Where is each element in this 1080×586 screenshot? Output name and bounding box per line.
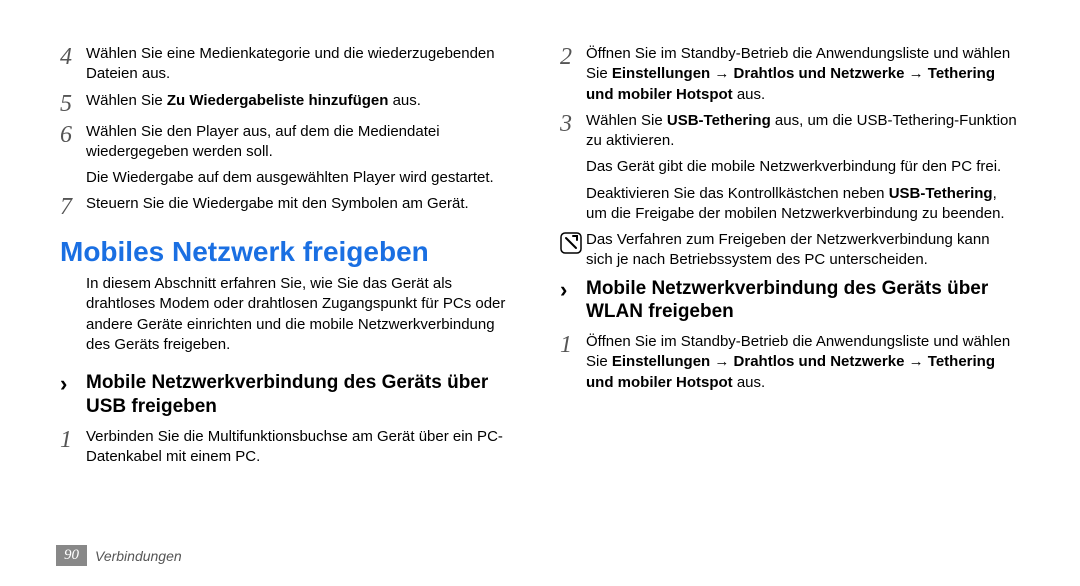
step-num: 1 — [60, 427, 86, 452]
step-num: 4 — [60, 44, 86, 69]
step-6: 6 Wählen Sie den Player aus, auf dem die… — [60, 122, 520, 163]
arrow: → — [710, 353, 733, 370]
text: Deaktivieren Sie das Kontrollkästchen ne… — [586, 185, 889, 202]
section-intro: In diesem Abschnitt erfahren Sie, wie Si… — [86, 274, 520, 355]
note-row: Das Verfahren zum Freigeben der Netzwerk… — [560, 230, 1020, 271]
page-footer: 90 Verbindungen — [56, 545, 182, 566]
bold-text: Drahtlos und Netzwerke — [734, 353, 905, 370]
footer-label: Verbindungen — [95, 548, 182, 564]
bold-text: Drahtlos und Netzwerke — [734, 65, 905, 82]
subsection-title: Mobile Netzwerkverbindung des Geräts übe… — [86, 371, 520, 419]
step-text: Wählen Sie eine Medienkategorie und die … — [86, 44, 520, 85]
step-wlan-1: 1 Öffnen Sie im Standby-Betrieb die Anwe… — [560, 332, 1020, 393]
arrow: → — [904, 65, 927, 82]
subsection-title: Mobile Netzwerkverbindung des Geräts übe… — [586, 277, 1020, 325]
text: aus. — [733, 86, 766, 103]
step-text: Öffnen Sie im Standby-Betrieb die Anwend… — [586, 44, 1020, 105]
text: aus. — [388, 92, 421, 109]
step-3: 3 Wählen Sie USB-Tethering aus, um die U… — [560, 111, 1020, 152]
step-6-continue: Die Wiedergabe auf dem ausgewählten Play… — [86, 168, 520, 188]
right-column: 2 Öffnen Sie im Standby-Betrieb die Anwe… — [560, 44, 1020, 473]
note-icon — [560, 230, 586, 254]
subsection-wlan: › Mobile Netzwerkverbindung des Geräts ü… — [560, 277, 1020, 325]
subsection-marker: › — [560, 277, 586, 301]
step-num: 1 — [560, 332, 586, 357]
text: aus. — [733, 374, 766, 391]
left-column: 4 Wählen Sie eine Medienkategorie und di… — [60, 44, 520, 473]
step-text: Wählen Sie den Player aus, auf dem die M… — [86, 122, 520, 163]
bold-text: Zu Wiedergabeliste hinzufügen — [167, 92, 389, 109]
note-text: Das Verfahren zum Freigeben der Netzwerk… — [586, 230, 1020, 271]
step-num: 5 — [60, 91, 86, 116]
bold-text: USB-Tethering — [889, 185, 993, 202]
step-2: 2 Öffnen Sie im Standby-Betrieb die Anwe… — [560, 44, 1020, 105]
arrow: → — [904, 353, 927, 370]
step-num: 3 — [560, 111, 586, 136]
step-text: Steuern Sie die Wiedergabe mit den Symbo… — [86, 194, 520, 214]
step-4: 4 Wählen Sie eine Medienkategorie und di… — [60, 44, 520, 85]
step-num: 2 — [560, 44, 586, 69]
step-text: Öffnen Sie im Standby-Betrieb die Anwend… — [586, 332, 1020, 393]
text: Wählen Sie — [86, 92, 167, 109]
step-text: Wählen Sie Zu Wiedergabeliste hinzufügen… — [86, 91, 520, 111]
bold-text: USB-Tethering — [667, 112, 771, 129]
step-3-cont-b: Deaktivieren Sie das Kontrollkästchen ne… — [586, 184, 1020, 225]
arrow: → — [710, 65, 733, 82]
bold-text: Einstellungen — [612, 353, 710, 370]
step-text: Verbinden Sie die Multifunktionsbuchse a… — [86, 427, 520, 468]
step-text: Wählen Sie USB-Tethering aus, um die USB… — [586, 111, 1020, 152]
step-num: 6 — [60, 122, 86, 147]
step-5: 5 Wählen Sie Zu Wiedergabeliste hinzufüg… — [60, 91, 520, 116]
bold-text: Einstellungen — [612, 65, 710, 82]
text: Wählen Sie — [586, 112, 667, 129]
step-3-cont-a: Das Gerät gibt die mobile Netzwerkverbin… — [586, 157, 1020, 177]
step-7: 7 Steuern Sie die Wiedergabe mit den Sym… — [60, 194, 520, 219]
step-num: 7 — [60, 194, 86, 219]
step-usb-1: 1 Verbinden Sie die Multifunktionsbuchse… — [60, 427, 520, 468]
section-title: Mobiles Netzwerk freigeben — [60, 237, 520, 268]
subsection-marker: › — [60, 371, 86, 395]
page-number: 90 — [56, 545, 87, 566]
subsection-usb: › Mobile Netzwerkverbindung des Geräts ü… — [60, 371, 520, 419]
